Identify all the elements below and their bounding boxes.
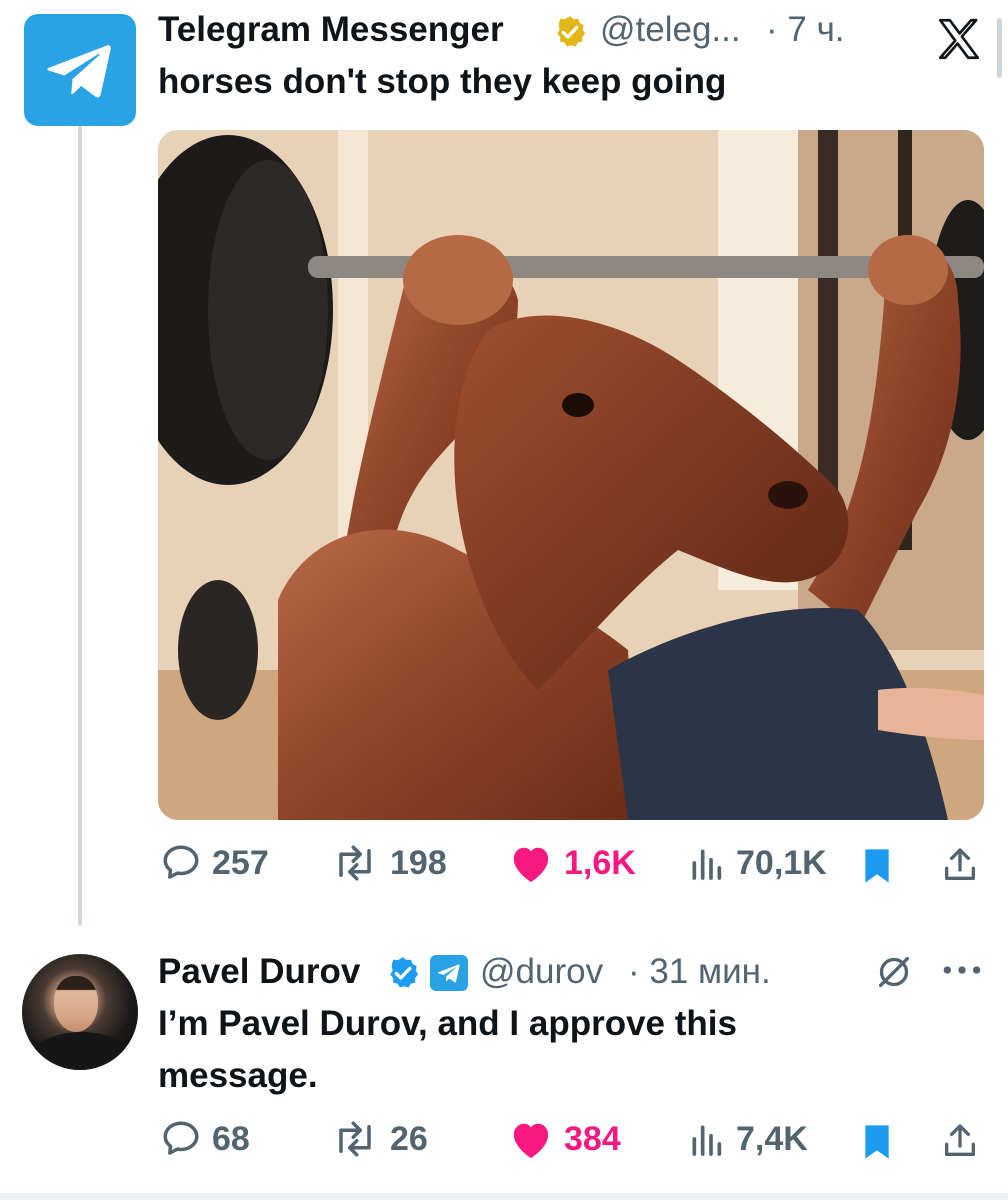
share-icon[interactable]: [940, 1120, 980, 1162]
divider: [0, 1193, 1008, 1200]
views-button[interactable]: 7,4K: [686, 1118, 808, 1160]
tweet-photo[interactable]: [158, 130, 984, 820]
gold-verified-badge-icon: [557, 16, 586, 47]
repost-count: 198: [390, 843, 447, 882]
repost-button[interactable]: 26: [330, 1118, 428, 1160]
views-chart-icon: [692, 849, 722, 880]
tweet-text: I’m Pavel Durov, and I approve this mess…: [158, 1004, 737, 1095]
x-logo-icon[interactable]: [934, 14, 984, 64]
telegram-badge-icon: [437, 964, 460, 983]
scrollbar[interactable]: [997, 18, 1002, 78]
author-handle[interactable]: @teleg...: [600, 10, 741, 50]
repost-count: 26: [390, 1119, 428, 1158]
repost-icon: [339, 845, 371, 881]
tweet-text: horses don't stop they keep going: [158, 62, 727, 101]
repost-button[interactable]: 198: [330, 842, 447, 884]
views-count: 7,4K: [736, 1119, 808, 1158]
repost-icon: [339, 1121, 371, 1157]
views-chart-icon: [692, 1125, 722, 1156]
reply-button[interactable]: 257: [160, 842, 269, 884]
heart-filled-icon: [513, 1123, 549, 1159]
author-handle[interactable]: @durov: [480, 952, 603, 992]
tweet-time[interactable]: · 7 ч.: [766, 10, 845, 50]
reply-button[interactable]: 68: [160, 1118, 250, 1160]
like-button[interactable]: 1,6K: [508, 842, 636, 884]
like-count: 384: [564, 1119, 621, 1158]
like-count: 1,6K: [564, 843, 636, 882]
reply-count: 68: [212, 1119, 250, 1158]
telegram-logo-icon: [47, 45, 111, 98]
more-options-icon[interactable]: [940, 960, 984, 980]
reply-icon: [163, 845, 199, 879]
like-button[interactable]: 384: [508, 1118, 621, 1160]
telegram-affiliate-badge[interactable]: [430, 955, 468, 991]
avatar[interactable]: [22, 954, 138, 1070]
horse-weightlifting-image: [158, 130, 984, 820]
author-name[interactable]: Pavel Durov: [158, 952, 360, 992]
tweet-time[interactable]: · 31 мин.: [628, 952, 771, 992]
grok-icon[interactable]: [874, 952, 914, 992]
heart-filled-icon: [513, 847, 549, 883]
author-name[interactable]: Telegram Messenger: [158, 10, 504, 50]
avatar[interactable]: [24, 14, 136, 126]
views-button[interactable]: 70,1K: [686, 842, 827, 884]
views-count: 70,1K: [736, 843, 827, 882]
blue-verified-badge-icon: [390, 957, 419, 988]
bookmark-filled-icon[interactable]: [860, 846, 894, 886]
reply-count: 257: [212, 843, 269, 882]
share-icon[interactable]: [940, 844, 980, 886]
reply-icon: [163, 1121, 199, 1155]
bookmark-filled-icon[interactable]: [860, 1122, 894, 1162]
thread-line: [78, 126, 82, 926]
